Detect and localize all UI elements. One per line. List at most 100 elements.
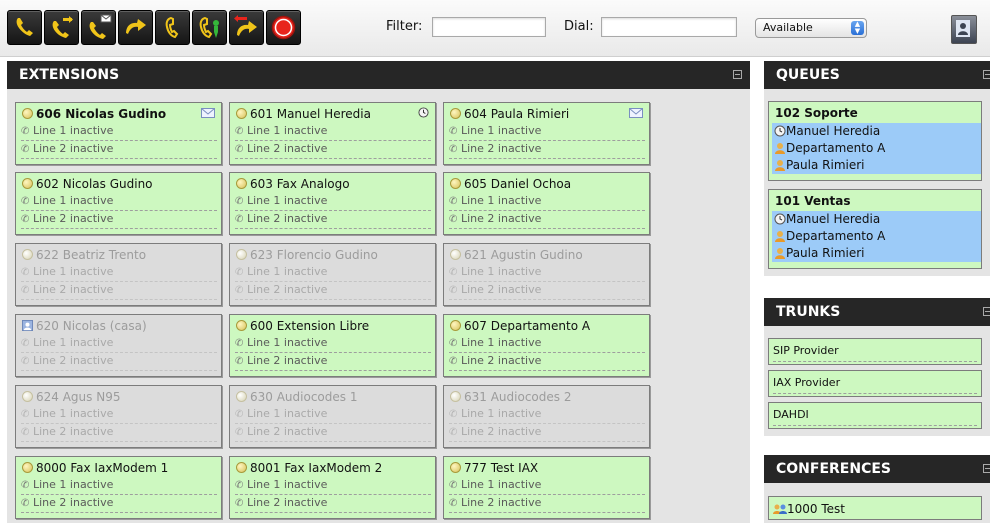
- phone-line-icon: ✆: [235, 126, 244, 137]
- queue-member[interactable]: Departamento A: [772, 140, 981, 157]
- extension-title: 601 Manuel Heredia: [236, 107, 429, 121]
- line-1-status: ✆ Line 1 inactive: [21, 478, 217, 495]
- phone-line-icon: ✆: [449, 267, 458, 278]
- line-1-status: ✆ Line 1 inactive: [449, 265, 645, 282]
- phone-line-icon: ✆: [235, 409, 244, 420]
- queue-member[interactable]: Manuel Heredia: [772, 123, 981, 140]
- queue-member[interactable]: Paula Rimieri: [772, 245, 981, 262]
- call-button[interactable]: [7, 10, 42, 45]
- line-1-status: ✆ Line 1 inactive: [235, 336, 431, 353]
- filter-label: Filter:: [386, 19, 423, 34]
- status-led-icon: [22, 108, 33, 119]
- minimize-icon[interactable]: [983, 70, 990, 79]
- agent-icon: [775, 160, 785, 171]
- extension-title: 603 Fax Analogo: [236, 177, 429, 191]
- phone-line-icon: ✆: [235, 285, 244, 296]
- extension-title: 606 Nicolas Gudino: [22, 107, 215, 121]
- phone-line-icon: ✆: [449, 214, 458, 225]
- trunk-item[interactable]: SIP Provider: [768, 338, 982, 365]
- pickup-button[interactable]: [118, 10, 153, 45]
- line-2-status: ✆ Line 2 inactive: [449, 425, 645, 442]
- queue-members: Manuel Heredia Departamento A Paula Rimi…: [772, 123, 981, 174]
- extension-card[interactable]: 605 Daniel Ochoa ✆ Line 1 inactive ✆ Line 2 …: [443, 172, 650, 235]
- conferences-header: CONFERENCES: [764, 455, 990, 483]
- line-1-status: ✆ Line 1 inactive: [21, 336, 217, 353]
- extension-card[interactable]: 630 Audiocodes 1 ✆ Line 1 inactive ✆ Line 2 …: [229, 385, 436, 448]
- line-1-status: ✆ Line 1 inactive: [449, 336, 645, 353]
- extension-label: 624 Agus N95: [36, 390, 121, 404]
- extension-card[interactable]: 621 Agustin Gudino ✆ Line 1 inactive ✆ Line …: [443, 243, 650, 306]
- extension-label: 630 Audiocodes 1: [250, 390, 358, 404]
- conference-icon: [773, 504, 787, 514]
- transfer-button[interactable]: [44, 10, 79, 45]
- status-led-icon: [236, 462, 247, 473]
- extension-card[interactable]: 631 Audiocodes 2 ✆ Line 1 inactive ✆ Line 2 …: [443, 385, 650, 448]
- queue-member[interactable]: Paula Rimieri: [772, 157, 981, 174]
- phone-line-icon: ✆: [21, 427, 30, 438]
- phone-line-icon: ✆: [449, 356, 458, 367]
- phone-line-icon: ✆: [235, 480, 244, 491]
- extension-label: 8000 Fax IaxModem 1: [36, 461, 169, 475]
- contact-icon: [22, 319, 36, 333]
- extension-card[interactable]: 600 Extension Libre ✆ Line 1 inactive ✆ Line…: [229, 314, 436, 377]
- extension-title: 777 Test IAX: [450, 461, 643, 475]
- hangup-button[interactable]: [155, 10, 190, 45]
- extension-card[interactable]: 606 Nicolas Gudino ✆ Line 1 inactive ✆ Line …: [15, 102, 222, 165]
- extension-card[interactable]: 777 Test IAX ✆ Line 1 inactive ✆ Line 2 inac…: [443, 456, 650, 519]
- queue-member[interactable]: Departamento A: [772, 228, 981, 245]
- extension-title: 8001 Fax IaxModem 2: [236, 461, 429, 475]
- status-led-icon: [450, 178, 461, 189]
- queue-card[interactable]: 101 Ventas Manuel Heredia Departamento A…: [768, 189, 982, 269]
- extension-card[interactable]: 607 Departamento A ✆ Line 1 inactive ✆ Line …: [443, 314, 650, 377]
- line-2-status: ✆ Line 2 inactive: [21, 354, 217, 371]
- phone-line-icon: ✆: [21, 126, 30, 137]
- mail-icon[interactable]: [201, 107, 215, 121]
- extension-card[interactable]: 623 Florencio Gudino ✆ Line 1 inactive ✆ Lin…: [229, 243, 436, 306]
- extension-title: 622 Beatriz Trento: [22, 248, 215, 262]
- line-1-status: ✆ Line 1 inactive: [235, 407, 431, 424]
- phone-line-icon: ✆: [235, 498, 244, 509]
- record-button[interactable]: [192, 10, 227, 45]
- line-1-status: ✆ Line 1 inactive: [449, 407, 645, 424]
- minimize-icon[interactable]: [983, 307, 990, 316]
- status-led-icon: [22, 249, 33, 260]
- extension-label: 8001 Fax IaxModem 2: [250, 461, 383, 475]
- queue-member[interactable]: Manuel Heredia: [772, 211, 981, 228]
- voicemail-transfer-button[interactable]: [81, 10, 116, 45]
- extension-card[interactable]: 602 Nicolas Gudino ✆ Line 1 inactive ✆ Line …: [15, 172, 222, 235]
- dial-input[interactable]: [601, 17, 737, 37]
- minimize-icon[interactable]: [983, 464, 990, 473]
- extension-label: 631 Audiocodes 2: [464, 390, 572, 404]
- phonebook-button[interactable]: [951, 15, 977, 44]
- queue-card[interactable]: 102 Soporte Manuel Heredia Departamento …: [768, 101, 982, 181]
- status-select[interactable]: Available ▲ ▼: [755, 18, 867, 38]
- trunk-item[interactable]: IAX Provider: [768, 370, 982, 397]
- mail-icon[interactable]: [629, 107, 643, 121]
- agent-icon: [775, 231, 785, 242]
- queue-name: 102 Soporte: [775, 106, 858, 120]
- trunk-item[interactable]: DAHDI: [768, 402, 982, 429]
- extension-title: 607 Departamento A: [450, 319, 643, 333]
- extension-label: 603 Fax Analogo: [250, 177, 350, 191]
- phone-line-icon: ✆: [449, 427, 458, 438]
- stop-button[interactable]: [266, 10, 301, 45]
- extension-label: 622 Beatriz Trento: [36, 248, 147, 262]
- filter-input[interactable]: [432, 17, 546, 37]
- extension-card[interactable]: 8001 Fax IaxModem 2 ✆ Line 1 inactive ✆ Line…: [229, 456, 436, 519]
- phone-line-icon: ✆: [449, 196, 458, 207]
- conference-item[interactable]: 1000 Test: [768, 496, 982, 520]
- extension-title: 602 Nicolas Gudino: [22, 177, 215, 191]
- extension-card[interactable]: 604 Paula Rimieri ✆ Line 1 inactive ✆ Line 2…: [443, 102, 650, 165]
- line-2-status: ✆ Line 2 inactive: [21, 142, 217, 159]
- extension-card[interactable]: 603 Fax Analogo ✆ Line 1 inactive ✆ Line 2 i…: [229, 172, 436, 235]
- minimize-icon[interactable]: [733, 70, 742, 79]
- extension-card[interactable]: 622 Beatriz Trento ✆ Line 1 inactive ✆ Line …: [15, 243, 222, 306]
- extension-card[interactable]: 601 Manuel Heredia ✆ Line 1 inactive ✆ Line …: [229, 102, 436, 165]
- extension-card[interactable]: 620 Nicolas (casa) ✆ Line 1 inactive ✆ Line …: [15, 314, 222, 377]
- extension-card[interactable]: 8000 Fax IaxModem 1 ✆ Line 1 inactive ✆ Line…: [15, 456, 222, 519]
- phone-line-icon: ✆: [235, 196, 244, 207]
- line-2-status: ✆ Line 2 inactive: [449, 283, 645, 300]
- extension-card[interactable]: 624 Agus N95 ✆ Line 1 inactive ✆ Line 2 inac…: [15, 385, 222, 448]
- park-button[interactable]: [229, 10, 264, 45]
- line-1-status: ✆ Line 1 inactive: [235, 194, 431, 211]
